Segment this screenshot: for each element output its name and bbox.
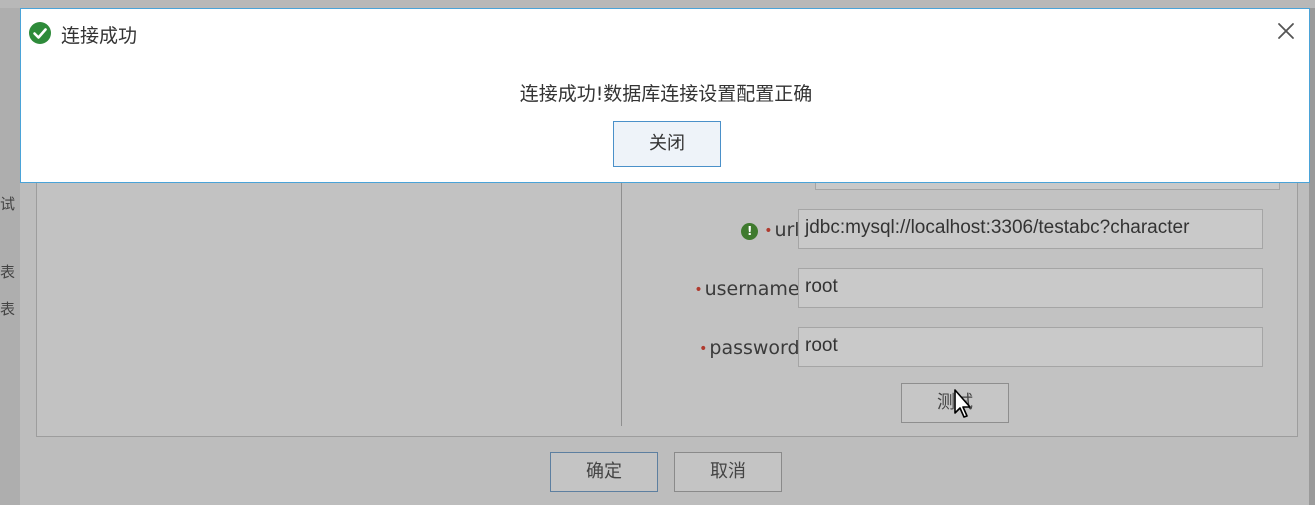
cancel-button[interactable]: 取消 — [674, 452, 782, 492]
background-char: 表 — [0, 263, 16, 281]
password-row: • password: root — [620, 327, 1280, 367]
info-icon[interactable]: ! — [741, 223, 759, 240]
url-input[interactable]: jdbc:mysql://localhost:3306/testabc?char… — [798, 209, 1263, 249]
required-marker: • — [694, 281, 703, 298]
background-topbar — [0, 0, 1315, 8]
confirm-button[interactable]: 确定 — [550, 452, 658, 492]
close-x-icon[interactable] — [1277, 22, 1295, 40]
modal-message: 连接成功!数据库连接设置配置正确 — [519, 83, 813, 105]
required-marker: • — [764, 222, 773, 239]
required-marker: • — [699, 340, 708, 357]
password-label-text: password: — [709, 337, 806, 359]
url-label: ! • url: — [741, 219, 806, 241]
modal-close-button[interactable]: 关闭 — [613, 121, 721, 167]
background-char: 试 — [0, 195, 16, 213]
username-label-text: username: — [704, 278, 806, 300]
background-left-strip: 试 表 表 — [0, 8, 20, 505]
mouse-cursor-icon — [954, 389, 971, 418]
check-circle-icon — [29, 22, 51, 44]
success-modal: 连接成功 连接成功!数据库连接设置配置正确 关闭 — [20, 8, 1310, 183]
background-char: 表 — [0, 300, 16, 318]
username-label: • username: — [694, 278, 806, 300]
db-settings-dialog: ! • url: jdbc:mysql://localhost:3306/testa… — [20, 170, 1309, 505]
modal-title: 连接成功 — [61, 25, 138, 47]
username-row: • username: root — [620, 268, 1280, 308]
password-label: • password: — [699, 337, 806, 359]
username-input[interactable]: root — [798, 268, 1263, 308]
password-input[interactable]: root — [798, 327, 1263, 367]
url-row: ! • url: jdbc:mysql://localhost:3306/testa… — [620, 209, 1280, 249]
